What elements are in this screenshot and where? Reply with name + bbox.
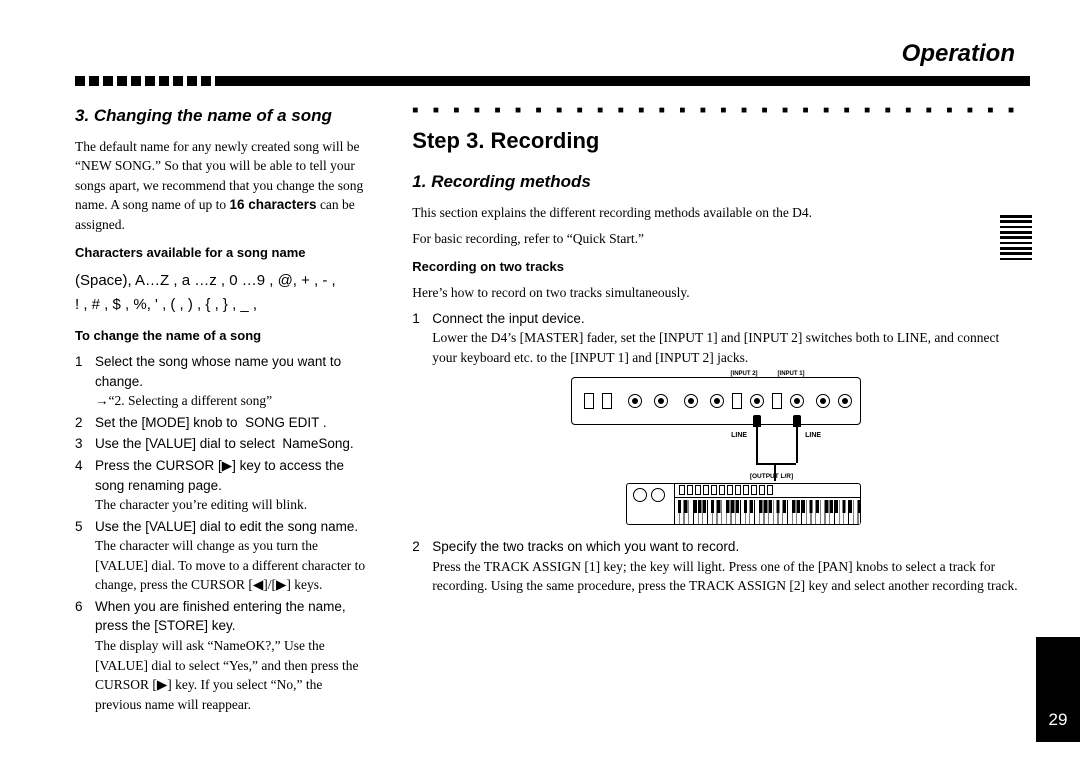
cables: LINE LINE [OUTPUT L/R]	[571, 425, 861, 483]
recording-two-tracks-label: Recording on two tracks	[412, 258, 1020, 277]
sub-intro: Here’s how to record on two tracks simul…	[412, 283, 1020, 303]
step-num: 2	[412, 537, 432, 596]
step-detail: The character will change as you turn th…	[95, 536, 370, 595]
howto-label: To change the name of a song	[75, 327, 370, 346]
step-lead: Press the CURSOR [▶] key to access the s…	[95, 458, 344, 493]
thumb-index	[1000, 215, 1032, 263]
step-lead: Set the [MODE] knob to SONG EDIT .	[95, 415, 327, 430]
line-label-2: LINE	[805, 431, 821, 441]
step-body: Set the [MODE] knob to SONG EDIT .	[95, 413, 370, 433]
step-body: When you are ﬁnished entering the name, …	[95, 597, 370, 714]
step-num: 2	[75, 413, 95, 433]
side-seg	[1036, 266, 1080, 359]
step-body: Select the song whose name you want to c…	[95, 352, 370, 411]
char-list: (Space), A…Z , a …z , 0 …9 , @, + , - , …	[75, 269, 370, 317]
step-num: 6	[75, 597, 95, 714]
step-detail: The display will ask “NameOK?,” Use the …	[95, 636, 370, 714]
keyboard-diagram	[626, 483, 861, 525]
step-body: Connect the input device. Lower the D4’s…	[432, 309, 1020, 368]
step-num: 4	[75, 456, 95, 515]
step-lead: Select the song whose name you want to c…	[95, 354, 341, 389]
step-body: Press the CURSOR [▶] key to access the s…	[95, 456, 370, 515]
d4-rear-panel: [INPUT 2] [INPUT 1]	[571, 377, 861, 425]
left-step-1: 1 Select the song whose name you want to…	[75, 352, 370, 411]
intro1: This section explains the different reco…	[412, 203, 1020, 223]
right-step-2: 2 Specify the two tracks on which you wa…	[412, 537, 1020, 596]
content-columns: 3. Changing the name of a song The defau…	[75, 104, 1030, 716]
left-step-4: 4 Press the CURSOR [▶] key to access the…	[75, 456, 370, 515]
section-title-right: 1. Recording methods	[412, 170, 1020, 195]
step-detail: →“2. Selecting a different song”	[95, 391, 370, 411]
header-rule	[75, 76, 1030, 86]
step-lead: Specify the two tracks on which you want…	[432, 539, 739, 554]
side-seg	[1036, 80, 1080, 173]
step-detail: The character you’re editing will blink.	[95, 495, 370, 515]
output-label: [OUTPUT L/R]	[750, 472, 793, 481]
step-lead: Use the [VALUE] dial to select NameSong.	[95, 436, 354, 451]
right-step-1: 1 Connect the input device. Lower the D4…	[412, 309, 1020, 368]
step-detail: Press the TRACK ASSIGN [1] key; the key …	[432, 557, 1020, 596]
step-lead: Use the [VALUE] dial to edit the song na…	[95, 519, 358, 534]
input2-label: [INPUT 2]	[731, 370, 758, 379]
side-seg	[1036, 359, 1080, 452]
intro-text: The default name for any newly created s…	[75, 137, 370, 235]
step-detail: Lower the D4’s [MASTER] fader, set the […	[432, 328, 1020, 367]
page-number-tab: 29	[1036, 637, 1080, 742]
section-title-left: 3. Changing the name of a song	[75, 104, 370, 129]
step-num: 1	[412, 309, 432, 368]
left-step-6: 6 When you are ﬁnished entering the name…	[75, 597, 370, 714]
step-num: 5	[75, 517, 95, 595]
step-num: 3	[75, 434, 95, 454]
step-lead: Connect the input device.	[432, 311, 584, 326]
step-body: Use the [VALUE] dial to edit the song na…	[95, 517, 370, 595]
intro2: For basic recording, refer to “Quick Sta…	[412, 229, 1020, 249]
input1-label: [INPUT 1]	[778, 370, 805, 379]
side-seg	[1036, 451, 1080, 544]
step-body: Specify the two tracks on which you want…	[432, 537, 1020, 596]
page-header: Operation	[75, 40, 1030, 68]
side-seg	[1036, 544, 1080, 637]
intro-bold: 16 characters	[229, 197, 316, 212]
dots-row: ■ ■ ■ ■ ■ ■ ■ ■ ■ ■ ■ ■ ■ ■ ■ ■ ■ ■ ■ ■ …	[412, 104, 1020, 119]
connection-diagram: [INPUT 2] [INPUT 1] LINE	[571, 377, 861, 525]
char-list-line1: (Space), A…Z , a …z , 0 …9 , @, + , - ,	[75, 269, 370, 293]
sidebar-tabs: 29	[1036, 80, 1080, 742]
char-list-line2: ! , # , $ , %, ' , ( , ) , { , } , _ ,	[75, 293, 370, 317]
line-label-1: LINE	[731, 431, 747, 441]
left-column: 3. Changing the name of a song The defau…	[75, 104, 370, 716]
step-heading: Step 3. Recording	[412, 125, 1020, 157]
side-seg	[1036, 173, 1080, 266]
right-column: ■ ■ ■ ■ ■ ■ ■ ■ ■ ■ ■ ■ ■ ■ ■ ■ ■ ■ ■ ■ …	[412, 104, 1030, 716]
left-step-5: 5 Use the [VALUE] dial to edit the song …	[75, 517, 370, 595]
step-body: Use the [VALUE] dial to select NameSong.	[95, 434, 370, 454]
left-step-3: 3 Use the [VALUE] dial to select NameSon…	[75, 434, 370, 454]
step-num: 1	[75, 352, 95, 411]
left-step-2: 2 Set the [MODE] knob to SONG EDIT .	[75, 413, 370, 433]
step-lead: When you are ﬁnished entering the name, …	[95, 599, 346, 634]
chars-available-label: Characters available for a song name	[75, 244, 370, 263]
